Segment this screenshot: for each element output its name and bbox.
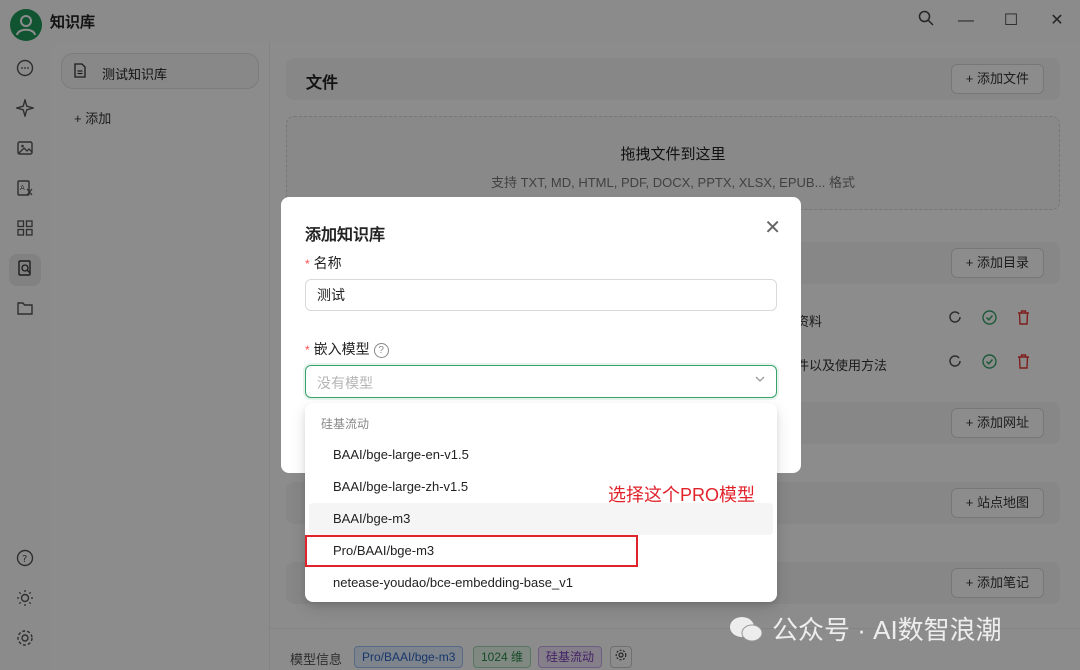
modal-title: 添加知识库: [305, 227, 386, 244]
model-label: * 嵌入模型?: [305, 339, 389, 359]
modal-close-button[interactable]: ✕: [764, 215, 781, 240]
select-placeholder: 没有模型: [317, 375, 373, 391]
dropdown-option[interactable]: netease-youdao/bce-embedding-base_v1: [309, 567, 773, 599]
watermark: 公众号 · AI数智浪潮: [728, 610, 1002, 647]
dropdown-option[interactable]: BAAI/bge-large-en-v1.5: [309, 439, 773, 471]
required-mark: *: [305, 343, 310, 357]
name-input[interactable]: 测试: [305, 279, 777, 311]
dropdown-group-label: 硅基流动: [321, 417, 370, 431]
embedding-model-select[interactable]: 没有模型: [305, 365, 777, 398]
wechat-logo-icon: [730, 617, 763, 642]
required-mark: *: [305, 257, 310, 271]
dropdown-option[interactable]: BAAI/bge-m3: [309, 503, 773, 535]
chevron-down-icon: [754, 372, 766, 388]
annotation-highlight-box: [305, 535, 638, 567]
annotation-text: 选择这个PRO模型: [608, 485, 756, 505]
help-icon[interactable]: ?: [373, 343, 389, 358]
name-label: * 名称: [305, 255, 342, 271]
